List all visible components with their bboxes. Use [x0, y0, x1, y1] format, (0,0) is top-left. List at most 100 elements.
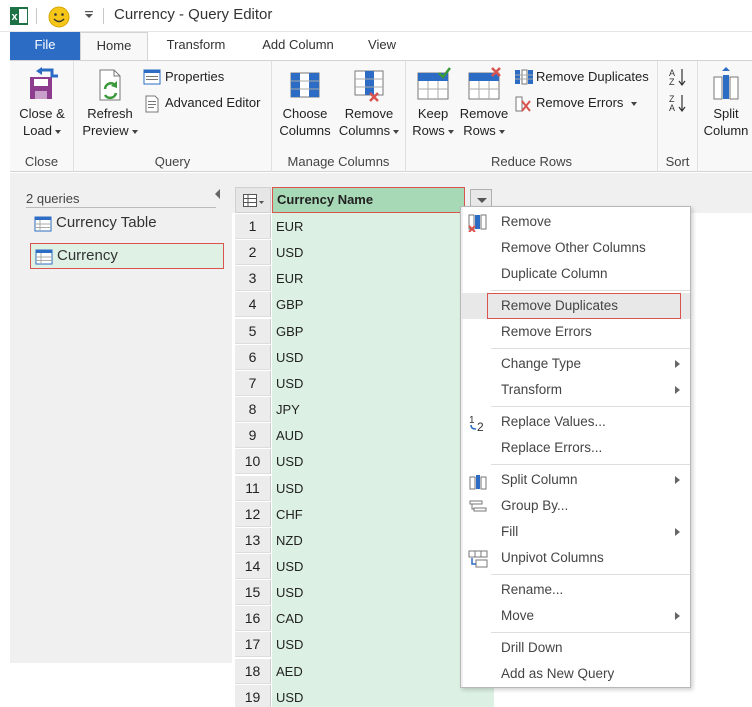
row-number[interactable]: 8	[235, 397, 271, 423]
query-item-currency-table[interactable]: Currency Table	[30, 211, 224, 237]
table-cell[interactable]: GBP	[276, 292, 466, 318]
menu-item-duplicate-column[interactable]: Duplicate Column	[461, 261, 690, 287]
svg-text:Z: Z	[669, 77, 675, 87]
collapse-pane-icon[interactable]	[215, 189, 220, 199]
split-column-button[interactable]: Split Column	[702, 67, 750, 139]
row-number[interactable]: 12	[235, 501, 271, 527]
table-cell[interactable]: USD	[276, 345, 466, 371]
table-cell[interactable]: USD	[276, 476, 466, 502]
menu-item-move[interactable]: Move	[461, 603, 690, 629]
row-number[interactable]: 15	[235, 580, 271, 606]
table-cell[interactable]: USD	[276, 685, 466, 707]
remove-rows-icon	[468, 67, 501, 100]
row-number[interactable]: 3	[235, 266, 271, 292]
table-cell[interactable]: EUR	[276, 214, 466, 240]
row-number[interactable]: 1	[235, 214, 271, 239]
row-number[interactable]: 19	[235, 684, 271, 707]
table-cell[interactable]: USD	[276, 554, 466, 580]
table-cell[interactable]: AUD	[276, 423, 466, 449]
advanced-editor-button[interactable]: Advanced Editor	[143, 93, 269, 113]
menu-item-fill[interactable]: Fill	[461, 519, 690, 545]
quick-access-dropdown-icon[interactable]	[84, 10, 94, 20]
window-title: Currency - Query Editor	[114, 6, 273, 23]
remove-duplicates-button[interactable]: Remove Duplicates	[514, 67, 656, 87]
remove-columns-label-1: Remove	[344, 106, 394, 121]
menu-item-group-by[interactable]: Group By...	[461, 493, 690, 519]
menu-item-rename[interactable]: Rename...	[461, 577, 690, 603]
choose-columns-button[interactable]: Choose Columns	[276, 67, 334, 139]
table-cell[interactable]: USD	[276, 240, 466, 266]
table-menu-button[interactable]	[235, 187, 271, 213]
row-number[interactable]: 5	[235, 318, 271, 344]
refresh-preview-button[interactable]: Refresh Preview	[80, 67, 140, 139]
table-cell[interactable]: JPY	[276, 397, 466, 423]
row-number[interactable]: 7	[235, 370, 271, 396]
query-item-label: Currency Table	[56, 214, 157, 231]
table-cell[interactable]: USD	[276, 632, 466, 658]
submenu-arrow-icon	[675, 528, 680, 536]
menu-item-unpivot-columns[interactable]: Unpivot Columns	[461, 545, 690, 571]
remove-columns-button[interactable]: Remove Columns	[336, 67, 402, 139]
close-load-button[interactable]: Close & Load	[14, 67, 70, 139]
menu-item-drill-down[interactable]: Drill Down	[461, 635, 690, 661]
tab-add-column[interactable]: Add Column	[250, 32, 346, 60]
menu-separator	[491, 632, 690, 633]
refresh-label-2: Preview	[80, 122, 140, 139]
replace-values-icon: 1 2	[469, 415, 484, 432]
sort-descending-icon[interactable]: Z A	[668, 93, 688, 113]
keep-rows-label-2: Rows	[410, 122, 456, 139]
remove-errors-button[interactable]: Remove Errors	[514, 93, 656, 113]
properties-button[interactable]: Properties	[143, 67, 269, 87]
column-header-currency-name[interactable]: Currency Name	[272, 187, 465, 213]
close-load-icon	[30, 67, 58, 99]
menu-item-split-column[interactable]: Split Column	[461, 467, 690, 493]
table-cell[interactable]: NZD	[276, 528, 466, 554]
row-number[interactable]: 2	[235, 240, 271, 266]
properties-icon	[143, 69, 161, 85]
remove-errors-label: Remove Errors	[536, 93, 638, 113]
menu-item-remove-errors[interactable]: Remove Errors	[461, 319, 690, 345]
row-number[interactable]: 10	[235, 449, 271, 475]
query-item-label: Currency	[57, 247, 118, 264]
table-cell[interactable]: CAD	[276, 606, 466, 632]
menu-item-remove-other-columns[interactable]: Remove Other Columns	[461, 235, 690, 261]
table-cell[interactable]: AED	[276, 659, 466, 685]
row-number[interactable]: 13	[235, 527, 271, 553]
remove-column-icon	[468, 214, 487, 232]
remove-duplicates-label: Remove Duplicates	[536, 69, 649, 84]
tab-transform[interactable]: Transform	[158, 32, 234, 60]
row-number[interactable]: 14	[235, 553, 271, 579]
table-cell[interactable]: GBP	[276, 319, 466, 345]
row-number[interactable]: 6	[235, 344, 271, 370]
menu-item-label: Add as New Query	[501, 666, 615, 681]
table-cell[interactable]: EUR	[276, 266, 466, 292]
row-number[interactable]: 18	[235, 658, 271, 684]
tab-home[interactable]: Home	[80, 32, 148, 61]
menu-item-replace-errors[interactable]: Replace Errors...	[461, 435, 690, 461]
menu-item-replace-values[interactable]: 1 2 Replace Values...	[461, 409, 690, 435]
row-number[interactable]: 16	[235, 606, 271, 632]
keep-rows-button[interactable]: Keep Rows	[410, 67, 456, 139]
table-cell[interactable]: USD	[276, 449, 466, 475]
table-cell[interactable]: CHF	[276, 502, 466, 528]
menu-item-transform[interactable]: Transform	[461, 377, 690, 403]
remove-rows-button[interactable]: Remove Rows	[458, 67, 510, 139]
menu-item-remove[interactable]: Remove	[461, 209, 690, 235]
row-number[interactable]: 4	[235, 292, 271, 318]
table-icon	[34, 216, 52, 232]
menu-item-label: Replace Values...	[501, 414, 606, 429]
row-number[interactable]: 11	[235, 475, 271, 501]
highlight-box	[487, 293, 681, 319]
menu-item-change-type[interactable]: Change Type	[461, 351, 690, 377]
sort-ascending-icon[interactable]: A Z	[668, 67, 688, 87]
menu-item-add-as-new-query[interactable]: Add as New Query	[461, 661, 690, 687]
tab-file[interactable]: File	[10, 32, 80, 60]
excel-icon[interactable]: x	[10, 7, 28, 25]
query-item-currency[interactable]: Currency	[30, 243, 224, 269]
table-cell[interactable]: USD	[276, 580, 466, 606]
row-number[interactable]: 17	[235, 632, 271, 658]
tab-view[interactable]: View	[358, 32, 406, 60]
table-cell[interactable]: USD	[276, 371, 466, 397]
smiley-feedback-icon[interactable]	[48, 6, 70, 28]
row-number[interactable]: 9	[235, 423, 271, 449]
